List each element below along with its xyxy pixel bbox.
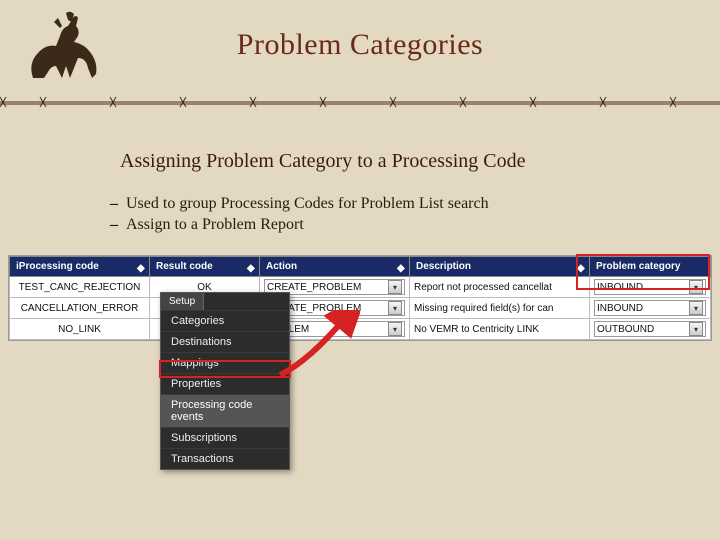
cell-category[interactable]: INBOUND▾ — [590, 298, 711, 319]
menu-item-destinations[interactable]: Destinations — [161, 331, 289, 352]
cell-pcode: CANCELLATION_ERROR — [10, 298, 150, 319]
cell-desc: Report not processed cancellat — [410, 277, 590, 298]
dropdown-icon[interactable]: ▾ — [689, 322, 703, 336]
sort-icon[interactable]: ◆ — [577, 263, 585, 271]
col-description[interactable]: Description◆ — [410, 257, 590, 277]
menu-tab-setup[interactable]: Setup — [161, 293, 204, 310]
col-action[interactable]: Action◆ — [260, 257, 410, 277]
menu-item-transactions[interactable]: Transactions — [161, 448, 289, 469]
menu-item-properties[interactable]: Properties — [161, 373, 289, 394]
cell-category[interactable]: OUTBOUND▾ — [590, 319, 711, 340]
cell-desc: No VEMR to Centricity LINK — [410, 319, 590, 340]
sort-icon[interactable]: ◆ — [397, 263, 405, 271]
menu-item-subscriptions[interactable]: Subscriptions — [161, 427, 289, 448]
barbed-wire-divider — [0, 95, 720, 109]
sort-icon[interactable]: ◆ — [247, 263, 255, 271]
dropdown-icon[interactable]: ▾ — [689, 280, 703, 294]
col-result-code[interactable]: Result code◆ — [150, 257, 260, 277]
cell-category[interactable]: INBOUND▾ — [590, 277, 711, 298]
menu-item-processing-code-events[interactable]: Processing code events — [161, 394, 289, 427]
dropdown-icon[interactable]: ▾ — [388, 301, 402, 315]
table-row: CANCELLATION_ERROR SKIP_FAILED CREATE_PR… — [10, 298, 711, 319]
bullet-item: Assign to a Problem Report — [110, 216, 489, 234]
cell-desc: Missing required field(s) for can — [410, 298, 590, 319]
col-processing-code[interactable]: iProcessing code◆ — [10, 257, 150, 277]
menu-item-categories[interactable]: Categories — [161, 310, 289, 331]
table-header-row: iProcessing code◆ Result code◆ Action◆ D… — [10, 257, 711, 277]
col-problem-category[interactable]: Problem category — [590, 257, 711, 277]
processing-code-table: iProcessing code◆ Result code◆ Action◆ D… — [8, 255, 712, 341]
dropdown-icon[interactable]: ▾ — [388, 280, 402, 294]
dropdown-icon[interactable]: ▾ — [388, 322, 402, 336]
sort-icon[interactable]: ◆ — [137, 263, 145, 271]
bullet-item: Used to group Processing Codes for Probl… — [110, 195, 489, 213]
menu-item-mappings[interactable]: Mappings — [161, 352, 289, 373]
table-row: NO_LINK SKIP_FAILEE ROBLEM▾ No VEMR to C… — [10, 319, 711, 340]
dropdown-icon[interactable]: ▾ — [689, 301, 703, 315]
cell-pcode: NO_LINK — [10, 319, 150, 340]
context-menu: Setup Categories Destinations Mappings P… — [160, 292, 290, 470]
table-row: TEST_CANC_REJECTION OK CREATE_PROBLEM▾ R… — [10, 277, 711, 298]
bullet-list: Used to group Processing Codes for Probl… — [110, 195, 489, 237]
slide-title: Problem Categories — [0, 28, 720, 62]
slide-subtitle: Assigning Problem Category to a Processi… — [120, 150, 526, 173]
cell-pcode: TEST_CANC_REJECTION — [10, 277, 150, 298]
